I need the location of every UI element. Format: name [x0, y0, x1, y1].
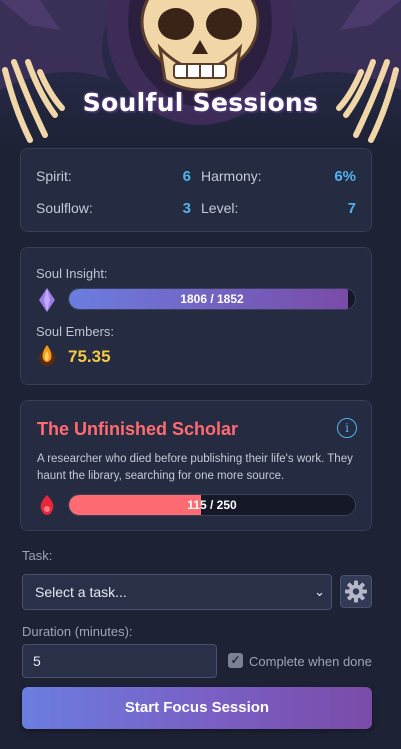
ghost-description: A researcher who died before publishing …: [37, 453, 353, 482]
ghost-name: The Unfinished Scholar: [37, 419, 239, 439]
task-label: Task:: [22, 548, 53, 563]
harmony-label: Harmony:: [201, 168, 262, 184]
hero-banner: Soulful Sessions: [0, 0, 401, 150]
reaper-skull-illustration: [0, 0, 401, 143]
crystal-icon: [39, 288, 55, 312]
gear-icon: [345, 580, 367, 603]
spirit-value: 6: [182, 168, 191, 185]
task-select[interactable]: Select a task... ⌄: [22, 574, 332, 610]
soul-insight-label: Soul Insight:: [36, 266, 108, 281]
spirit-label: Spirit:: [36, 168, 72, 184]
level-label: Level:: [201, 200, 239, 216]
soul-embers-label: Soul Embers:: [36, 324, 115, 339]
harmony-value: 6%: [334, 168, 356, 185]
duration-input[interactable]: 5: [22, 644, 217, 678]
soul-insight-value: 1806 / 1852: [180, 292, 244, 306]
duration-label: Duration (minutes):: [22, 624, 133, 639]
flame-icon: [40, 495, 54, 515]
soulflow-label: Soulflow:: [36, 200, 93, 216]
info-icon[interactable]: i: [337, 418, 357, 438]
ghost-progress-value: 115 / 250: [187, 498, 237, 512]
ghost-panel: The Unfinished Scholar i A researcher wh…: [20, 400, 372, 531]
task-settings-button[interactable]: [340, 575, 372, 608]
task-select-value: Select a task...: [35, 584, 127, 600]
ghost-progress-bar: 115 / 250: [68, 494, 356, 516]
ember-flame-icon: [39, 345, 55, 366]
complete-when-done-checkbox[interactable]: ✓: [228, 653, 243, 668]
start-focus-session-button[interactable]: Start Focus Session: [22, 687, 372, 729]
level-value: 7: [347, 200, 356, 217]
app-title: Soulful Sessions: [82, 88, 319, 117]
soulflow-value: 3: [182, 200, 191, 217]
soul-progress-panel: Soul Insight: 1806 / 1852 Soul Embers: 7…: [20, 247, 372, 385]
soul-embers-value: 75.35: [68, 347, 111, 366]
soul-insight-bar: 1806 / 1852: [68, 288, 356, 310]
chevron-down-icon: ⌄: [314, 584, 325, 599]
complete-when-done-label: Complete when done: [249, 654, 372, 669]
stats-panel: Spirit: 6 Harmony: 6% Soulflow: 3 Level:…: [20, 148, 372, 232]
